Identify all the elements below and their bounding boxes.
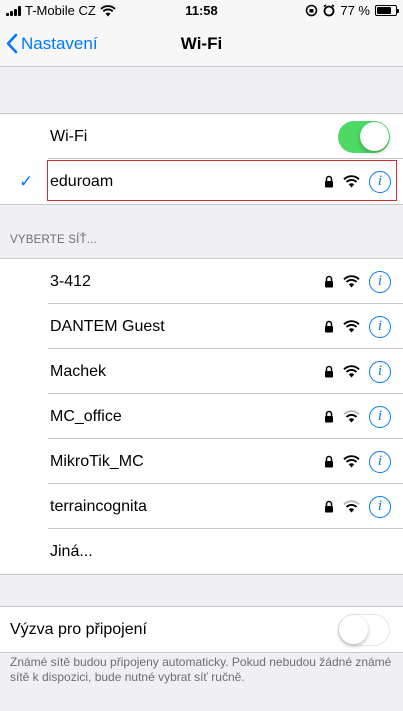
wifi-signal-icon (343, 320, 360, 333)
checkmark-icon: ✓ (19, 171, 34, 191)
info-button[interactable]: i (369, 270, 391, 293)
lock-icon (325, 365, 333, 378)
ask-join-group: Výzva pro připojení (0, 606, 403, 653)
wifi-signal-icon (343, 365, 360, 378)
navigation-bar: Nastavení Wi-Fi (0, 22, 403, 67)
ask-join-toggle[interactable] (338, 613, 390, 646)
ask-join-row: Výzva pro připojení (0, 607, 403, 652)
toggle-knob (360, 121, 389, 151)
other-network-label: Jiná... (50, 542, 93, 560)
lock-icon (325, 500, 333, 513)
wifi-signal-icon (343, 175, 360, 188)
battery-icon (375, 5, 399, 16)
battery-level (377, 7, 391, 14)
footer-note: Známé sítě budou připojeny automaticky. … (10, 655, 392, 684)
wifi-signal-icon (343, 455, 360, 468)
networks-section-header: VYBERTE SÍŤ... (10, 234, 97, 246)
info-button[interactable]: i (369, 315, 391, 338)
wifi-toggle-row: Wi-Fi (0, 114, 403, 159)
network-row[interactable]: terraincognita i (0, 484, 403, 529)
other-network-row[interactable]: Jiná... (0, 529, 403, 574)
lock-icon (325, 320, 333, 333)
info-button[interactable]: i (369, 450, 391, 473)
wifi-group: Wi-Fi ✓ eduroam i (0, 113, 403, 205)
networks-group: 3-412 i DANTEM Guest i Machek i MC_office i Mikr… (0, 258, 403, 575)
info-button[interactable]: i (369, 170, 391, 193)
alarm-icon (323, 4, 335, 17)
network-name: MC_office (50, 407, 122, 425)
wifi-signal-icon (343, 275, 360, 288)
info-button[interactable]: i (369, 495, 391, 518)
lock-icon (325, 410, 333, 423)
status-bar: T-Mobile CZ 11:58 77 % (0, 0, 403, 22)
lock-icon (325, 275, 333, 288)
connected-network-row[interactable]: ✓ eduroam i (0, 159, 403, 204)
info-button[interactable]: i (369, 405, 391, 428)
connected-network-name: eduroam (50, 172, 114, 190)
network-row[interactable]: DANTEM Guest i (0, 304, 403, 349)
network-name: MikroTik_MC (50, 452, 144, 470)
orientation-lock-icon (306, 4, 318, 17)
network-name: DANTEM Guest (50, 317, 165, 335)
ask-join-label: Výzva pro připojení (10, 620, 147, 638)
lock-icon (325, 455, 333, 468)
page-title: Wi-Fi (180, 34, 223, 53)
wifi-toggle-label: Wi-Fi (50, 127, 88, 145)
network-name: terraincognita (50, 497, 147, 515)
wifi-signal-icon (343, 410, 360, 423)
battery-percent: 77 % (340, 3, 370, 18)
toggle-knob (339, 614, 368, 644)
network-name: 3-412 (50, 272, 91, 290)
network-row[interactable]: Machek i (0, 349, 403, 394)
wifi-toggle[interactable] (338, 120, 390, 153)
lock-icon (325, 175, 333, 188)
network-row[interactable]: MikroTik_MC i (0, 439, 403, 484)
network-row[interactable]: 3-412 i (0, 259, 403, 304)
wifi-signal-icon (343, 500, 360, 513)
info-button[interactable]: i (369, 360, 391, 383)
network-name: Machek (50, 362, 107, 380)
network-row[interactable]: MC_office i (0, 394, 403, 439)
